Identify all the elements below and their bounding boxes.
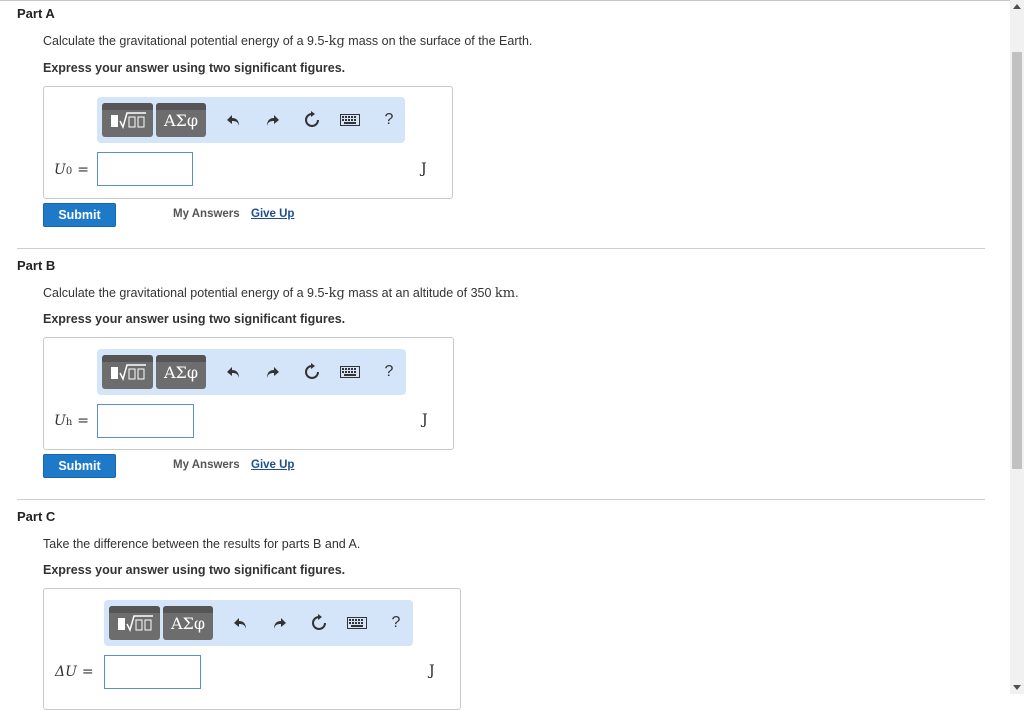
- greek-symbols-button[interactable]: ΑΣφ: [163, 606, 213, 640]
- templates-button[interactable]: [109, 606, 160, 640]
- keyboard-icon[interactable]: [346, 613, 368, 633]
- var-subscript: 0: [65, 166, 73, 177]
- keyboard-icon[interactable]: [339, 362, 361, 382]
- part-b-question-text: Calculate the gravitational potential en…: [43, 286, 329, 300]
- part-a-math-toolbar: ΑΣφ ?: [97, 97, 405, 143]
- part-c-answer-input[interactable]: [104, 655, 201, 689]
- templates-sqrt-icon: [117, 615, 153, 633]
- part-b-question: Calculate the gravitational potential en…: [43, 286, 519, 301]
- part-a-question: Calculate the gravitational potential en…: [43, 34, 532, 49]
- button-stripe: [102, 103, 153, 110]
- scroll-down-arrow-icon[interactable]: [1013, 685, 1021, 690]
- part-c-instruction: Express your answer using two significan…: [43, 563, 346, 577]
- equals-sign: =: [77, 162, 89, 178]
- part-b-answer-input[interactable]: [97, 404, 194, 438]
- reset-icon[interactable]: [302, 362, 322, 382]
- part-b-answer-box: ΑΣφ ? Uh = J: [43, 337, 454, 450]
- part-b-submit-button[interactable]: Submit: [43, 454, 116, 478]
- part-b-variable-label: Uh =: [54, 413, 89, 429]
- part-c-question: Take the difference between the results …: [43, 537, 361, 551]
- part-b-my-answers-link[interactable]: My Answers: [173, 459, 240, 471]
- part-a-answer-box: ΑΣφ ? U0 = J: [43, 86, 453, 199]
- help-button[interactable]: ?: [379, 362, 399, 382]
- part-c-answer-box: ΑΣφ ? ΔU = J: [43, 588, 461, 710]
- greek-symbols-button[interactable]: ΑΣφ: [156, 103, 206, 137]
- part-b-question-unit2: km: [494, 286, 516, 301]
- part-a-give-up-link[interactable]: Give Up: [251, 208, 294, 220]
- var-symbol: ΔU: [55, 664, 77, 680]
- part-b-title: Part B: [17, 258, 56, 273]
- part-a-instruction: Express your answer using two significan…: [43, 61, 346, 75]
- help-button[interactable]: ?: [386, 613, 406, 633]
- redo-icon[interactable]: [262, 362, 282, 382]
- part-a-answer-input[interactable]: [97, 152, 193, 186]
- part-c-variable-label: ΔU =: [55, 664, 94, 680]
- greek-symbols-button[interactable]: ΑΣφ: [156, 355, 206, 389]
- part-b-question-text-mid: mass at an altitude of 350: [344, 286, 495, 300]
- templates-sqrt-icon: [110, 112, 146, 130]
- reset-icon[interactable]: [309, 613, 329, 633]
- part-a-question-text: Calculate the gravitational potential en…: [43, 34, 329, 48]
- part-c-unit: J: [429, 663, 435, 679]
- var-symbol: U: [54, 413, 66, 429]
- button-stripe: [163, 606, 213, 613]
- undo-icon[interactable]: [224, 362, 244, 382]
- part-b-give-up-link[interactable]: Give Up: [251, 459, 294, 471]
- part-a-variable-label: U0 =: [54, 162, 89, 178]
- part-a-question-unit: kg: [328, 34, 345, 49]
- equals-sign: =: [77, 413, 89, 429]
- templates-sqrt-icon: [110, 364, 146, 382]
- undo-icon[interactable]: [231, 613, 251, 633]
- templates-button[interactable]: [102, 103, 153, 137]
- part-c-title: Part C: [17, 509, 56, 524]
- divider: [17, 499, 985, 500]
- part-a-title: Part A: [17, 6, 55, 21]
- templates-button[interactable]: [102, 355, 153, 389]
- vertical-scrollbar[interactable]: [1010, 0, 1024, 694]
- part-b-unit: J: [422, 412, 428, 428]
- button-stripe: [156, 103, 206, 110]
- help-button[interactable]: ?: [379, 110, 399, 130]
- part-c-math-toolbar: ΑΣφ ?: [104, 600, 413, 646]
- redo-icon[interactable]: [269, 613, 289, 633]
- reset-icon[interactable]: [302, 110, 322, 130]
- part-b-instruction: Express your answer using two significan…: [43, 312, 346, 326]
- part-a-my-answers-link[interactable]: My Answers: [173, 208, 240, 220]
- part-b-math-toolbar: ΑΣφ ?: [97, 349, 406, 395]
- part-a-submit-button[interactable]: Submit: [43, 203, 116, 227]
- var-symbol: U: [54, 162, 66, 178]
- scrollbar-thumb[interactable]: [1012, 52, 1022, 469]
- part-b-question-end: .: [515, 286, 519, 300]
- part-a-unit: J: [421, 161, 427, 177]
- equals-sign: =: [81, 664, 94, 680]
- redo-icon[interactable]: [262, 110, 282, 130]
- problem-content: Part A Calculate the gravitational poten…: [0, 0, 1010, 710]
- var-subscript: h: [65, 417, 73, 428]
- button-stripe: [156, 355, 206, 362]
- button-stripe: [109, 606, 160, 613]
- part-a-question-text-end: mass on the surface of the Earth.: [344, 34, 533, 48]
- undo-icon[interactable]: [224, 110, 244, 130]
- part-b-question-unit: kg: [328, 286, 345, 301]
- divider: [17, 248, 985, 249]
- greek-symbols-label: ΑΣφ: [170, 613, 206, 633]
- button-stripe: [102, 355, 153, 362]
- keyboard-icon[interactable]: [339, 110, 361, 130]
- scroll-up-arrow-icon[interactable]: [1013, 4, 1021, 9]
- greek-symbols-label: ΑΣφ: [163, 110, 199, 130]
- greek-symbols-label: ΑΣφ: [163, 362, 199, 382]
